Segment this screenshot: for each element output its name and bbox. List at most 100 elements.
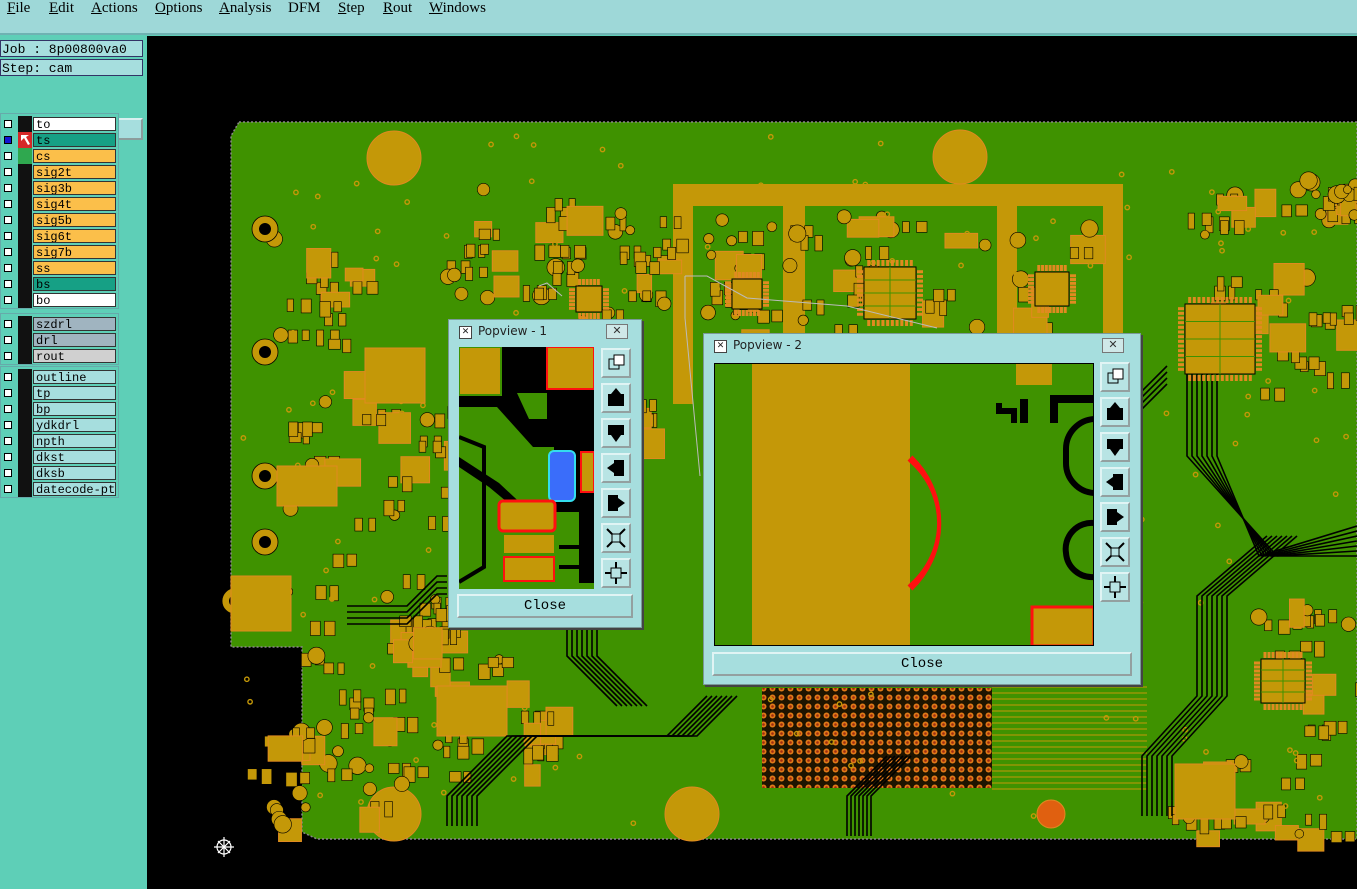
layer-color-swatch[interactable] [18, 164, 32, 180]
popview-1-viewport[interactable] [459, 347, 594, 589]
layer-checkbox[interactable] [4, 168, 12, 176]
layer-checkbox[interactable] [4, 320, 12, 328]
layer-row-bo[interactable]: bo [1, 292, 118, 308]
layer-name[interactable]: sig3b [33, 181, 116, 195]
layer-name[interactable]: ts [33, 133, 116, 147]
layer-name[interactable]: bp [33, 402, 116, 416]
layer-color-swatch[interactable] [18, 316, 32, 332]
layer-name[interactable]: sig5b [33, 213, 116, 227]
layer-checkbox[interactable] [4, 437, 12, 445]
layer-checkbox[interactable] [4, 152, 12, 160]
layer-color-swatch[interactable] [18, 260, 32, 276]
layer-row-drl[interactable]: drl [1, 332, 118, 348]
menu-item-windows[interactable]: Windows [429, 0, 486, 17]
layer-row-sig6t[interactable]: sig6t [1, 228, 118, 244]
layer-color-swatch[interactable] [18, 449, 32, 465]
layer-color-swatch[interactable] [18, 292, 32, 308]
layer-color-swatch[interactable] [18, 332, 32, 348]
layer-checkbox[interactable] [4, 200, 12, 208]
layer-name[interactable]: ss [33, 261, 116, 275]
layer-color-swatch[interactable] [18, 244, 32, 260]
popview-2-titlebar[interactable]: ✕ Popview - 2 [704, 334, 1140, 356]
menu-item-analysis[interactable]: Analysis [219, 0, 272, 17]
layer-color-swatch[interactable] [18, 465, 32, 481]
menu-item-options[interactable]: Options [155, 0, 203, 17]
layer-row-ts[interactable]: ts [1, 132, 118, 148]
layer-row-ydkdrl[interactable]: ydkdrl [1, 417, 118, 433]
layer-row-datecode-pt[interactable]: datecode-pt [1, 481, 118, 497]
layer-color-swatch[interactable] [18, 433, 32, 449]
menu-item-dfm[interactable]: DFM [288, 0, 321, 17]
layer-name[interactable]: npth [33, 434, 116, 448]
layer-row-tp[interactable]: tp [1, 385, 118, 401]
layer-row-rout[interactable]: rout [1, 348, 118, 364]
layer-name[interactable]: dkst [33, 450, 116, 464]
menu-item-actions[interactable]: Actions [91, 0, 138, 17]
work-layer-arrow-icon[interactable] [18, 132, 32, 148]
layer-checkbox[interactable] [4, 216, 12, 224]
layer-name[interactable]: cs [33, 149, 116, 163]
layer-name[interactable]: tp [33, 386, 116, 400]
layer-name[interactable]: ydkdrl [33, 418, 116, 432]
popview-2-pan-right-button[interactable] [1100, 502, 1130, 532]
layer-checkbox[interactable] [4, 421, 12, 429]
layer-row-szdrl[interactable]: szdrl [1, 316, 118, 332]
layer-color-swatch[interactable] [18, 116, 32, 132]
popview-1-zoom-fit-button[interactable] [601, 348, 631, 378]
popview-2-zoom-out-button[interactable] [1100, 572, 1130, 602]
layer-checkbox[interactable] [4, 184, 12, 192]
layer-name[interactable]: szdrl [33, 317, 116, 331]
layer-checkbox[interactable] [4, 373, 12, 381]
layer-color-swatch[interactable] [18, 180, 32, 196]
layer-checkbox[interactable] [4, 136, 12, 144]
layer-name[interactable]: dksb [33, 466, 116, 480]
layer-row-sig7b[interactable]: sig7b [1, 244, 118, 260]
popview-1-zoom-out-button[interactable] [601, 558, 631, 588]
layer-color-swatch[interactable] [18, 348, 32, 364]
layer-checkbox[interactable] [4, 296, 12, 304]
layer-checkbox[interactable] [4, 280, 12, 288]
layer-checkbox[interactable] [4, 453, 12, 461]
menu-item-edit[interactable]: Edit [49, 0, 74, 17]
layer-color-swatch[interactable] [18, 148, 32, 164]
menu-item-rout[interactable]: Rout [383, 0, 412, 17]
layer-checkbox[interactable] [4, 469, 12, 477]
layer-name[interactable]: sig4t [33, 197, 116, 211]
layer-name[interactable]: drl [33, 333, 116, 347]
layer-row-bp[interactable]: bp [1, 401, 118, 417]
layer-checkbox[interactable] [4, 248, 12, 256]
layer-row-to[interactable]: to [1, 116, 118, 132]
popview-2-close-icon[interactable]: ✕ [1102, 338, 1124, 353]
layer-color-swatch[interactable] [18, 369, 32, 385]
layer-row-npth[interactable]: npth [1, 433, 118, 449]
layer-checkbox[interactable] [4, 352, 12, 360]
popview-1-pan-right-button[interactable] [601, 488, 631, 518]
layer-name[interactable]: sig6t [33, 229, 116, 243]
layer-checkbox[interactable] [4, 389, 12, 397]
popview-2-pan-down-button[interactable] [1100, 432, 1130, 462]
popview-1-pan-down-button[interactable] [601, 418, 631, 448]
layer-checkbox[interactable] [4, 120, 12, 128]
popview-1-zoom-in-button[interactable] [601, 523, 631, 553]
popview-2-close-button[interactable]: Close [712, 652, 1132, 676]
layer-row-sig2t[interactable]: sig2t [1, 164, 118, 180]
layer-color-swatch[interactable] [18, 212, 32, 228]
layer-name[interactable]: bo [33, 293, 116, 307]
layer-row-sig3b[interactable]: sig3b [1, 180, 118, 196]
popview-2-zoom-in-button[interactable] [1100, 537, 1130, 567]
layer-checkbox[interactable] [4, 264, 12, 272]
layer-name[interactable]: datecode-pt [33, 482, 116, 496]
layer-name[interactable]: to [33, 117, 116, 131]
popview-1-pan-left-button[interactable] [601, 453, 631, 483]
layer-color-swatch[interactable] [18, 481, 32, 497]
layer-row-bs[interactable]: bs [1, 276, 118, 292]
layer-row-outline[interactable]: outline [1, 369, 118, 385]
layer-name[interactable]: sig2t [33, 165, 116, 179]
popview-2-viewport[interactable] [714, 363, 1094, 646]
layer-name[interactable]: bs [33, 277, 116, 291]
layer-color-swatch[interactable] [18, 276, 32, 292]
layer-color-swatch[interactable] [18, 417, 32, 433]
layer-name[interactable]: rout [33, 349, 116, 363]
popview-2-pan-left-button[interactable] [1100, 467, 1130, 497]
layer-row-ss[interactable]: ss [1, 260, 118, 276]
